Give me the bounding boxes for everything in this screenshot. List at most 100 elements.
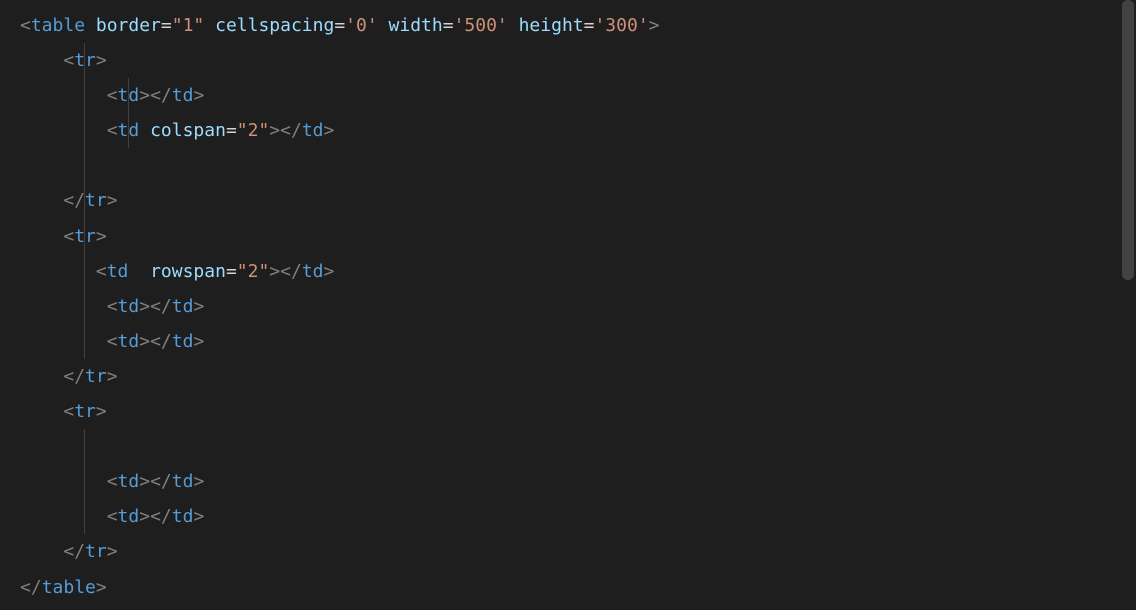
token-bracket: < bbox=[107, 506, 118, 527]
code-line[interactable]: <td></td> bbox=[20, 324, 1116, 359]
token-text bbox=[378, 15, 389, 36]
scrollbar-thumb[interactable] bbox=[1122, 0, 1134, 280]
token-tag: tr bbox=[74, 401, 96, 422]
indent-guide bbox=[84, 43, 85, 78]
token-text: = bbox=[334, 15, 345, 36]
token-tag: td bbox=[172, 85, 194, 106]
token-attr-value: "2" bbox=[237, 261, 270, 282]
token-tag: td bbox=[172, 331, 194, 352]
token-bracket: > bbox=[324, 120, 335, 141]
indent-guide bbox=[84, 148, 85, 183]
token-bracket: ></ bbox=[269, 261, 302, 282]
token-tag: td bbox=[302, 261, 324, 282]
indent-guide bbox=[84, 429, 85, 464]
token-bracket: > bbox=[193, 471, 204, 492]
token-bracket: < bbox=[63, 401, 74, 422]
token-bracket: ></ bbox=[139, 471, 172, 492]
token-text: = bbox=[161, 15, 172, 36]
token-text bbox=[204, 15, 215, 36]
token-attr-value: "2" bbox=[237, 120, 270, 141]
indent-guide bbox=[128, 113, 129, 148]
token-bracket: ></ bbox=[139, 506, 172, 527]
token-bracket: < bbox=[107, 296, 118, 317]
token-attr-value: "1" bbox=[172, 15, 205, 36]
code-line[interactable]: <td colspan="2"></td> bbox=[20, 113, 1116, 148]
token-text: = bbox=[584, 15, 595, 36]
indent-guide bbox=[84, 78, 85, 113]
vertical-scrollbar[interactable] bbox=[1122, 0, 1134, 610]
token-bracket: < bbox=[96, 261, 107, 282]
token-attr-name: cellspacing bbox=[215, 15, 334, 36]
code-line[interactable]: <td></td> bbox=[20, 499, 1116, 534]
token-text bbox=[85, 15, 96, 36]
code-line[interactable]: <td></td> bbox=[20, 78, 1116, 113]
code-line[interactable]: </tr> bbox=[20, 183, 1116, 218]
token-bracket: < bbox=[63, 226, 74, 247]
token-bracket: > bbox=[193, 296, 204, 317]
code-line[interactable] bbox=[20, 429, 1116, 464]
token-tag: tr bbox=[85, 541, 107, 562]
token-attr-value: '500' bbox=[454, 15, 508, 36]
code-line[interactable]: <table border="1" cellspacing='0' width=… bbox=[20, 8, 1116, 43]
code-line[interactable]: <td></td> bbox=[20, 464, 1116, 499]
code-editor[interactable]: <table border="1" cellspacing='0' width=… bbox=[20, 8, 1116, 605]
token-text: = bbox=[443, 15, 454, 36]
token-tag: tr bbox=[74, 226, 96, 247]
code-line[interactable] bbox=[20, 148, 1116, 183]
indent-guide bbox=[128, 78, 129, 113]
token-bracket: < bbox=[107, 331, 118, 352]
token-text bbox=[508, 15, 519, 36]
code-line[interactable]: <td rowspan="2"></td> bbox=[20, 254, 1116, 289]
token-bracket: </ bbox=[63, 366, 85, 387]
token-bracket: ></ bbox=[139, 331, 172, 352]
token-bracket: < bbox=[63, 50, 74, 71]
token-attr-name: border bbox=[96, 15, 161, 36]
token-bracket: > bbox=[324, 261, 335, 282]
token-tag: td bbox=[118, 471, 140, 492]
code-line[interactable]: <tr> bbox=[20, 394, 1116, 429]
code-line[interactable]: </tr> bbox=[20, 359, 1116, 394]
token-tag: tr bbox=[85, 366, 107, 387]
indent-guide bbox=[84, 219, 85, 254]
indent-guide bbox=[84, 324, 85, 359]
indent-guide bbox=[84, 254, 85, 289]
token-bracket: </ bbox=[20, 577, 42, 598]
token-bracket: ></ bbox=[269, 120, 302, 141]
token-tag: tr bbox=[85, 190, 107, 211]
token-bracket: < bbox=[107, 471, 118, 492]
token-bracket: ></ bbox=[139, 296, 172, 317]
token-bracket: ></ bbox=[139, 85, 172, 106]
token-bracket: </ bbox=[63, 190, 85, 211]
indent-guide bbox=[84, 113, 85, 148]
code-line[interactable]: </table> bbox=[20, 570, 1116, 605]
token-text: = bbox=[226, 261, 237, 282]
token-bracket: > bbox=[107, 366, 118, 387]
token-tag: td bbox=[172, 506, 194, 527]
token-bracket: < bbox=[107, 120, 118, 141]
token-bracket: > bbox=[193, 506, 204, 527]
token-bracket: < bbox=[20, 15, 31, 36]
token-bracket: > bbox=[193, 85, 204, 106]
code-line[interactable]: <td></td> bbox=[20, 289, 1116, 324]
token-attr-name: colspan bbox=[150, 120, 226, 141]
token-bracket: > bbox=[649, 15, 660, 36]
token-bracket: > bbox=[96, 401, 107, 422]
code-line[interactable]: <tr> bbox=[20, 43, 1116, 78]
token-tag: td bbox=[172, 471, 194, 492]
token-bracket: > bbox=[96, 577, 107, 598]
token-tag: td bbox=[118, 506, 140, 527]
token-attr-name: rowspan bbox=[150, 261, 226, 282]
token-bracket: > bbox=[193, 331, 204, 352]
token-bracket: > bbox=[96, 226, 107, 247]
token-tag: td bbox=[118, 331, 140, 352]
token-tag: table bbox=[42, 577, 96, 598]
token-bracket: > bbox=[96, 50, 107, 71]
token-attr-value: '300' bbox=[594, 15, 648, 36]
token-attr-name: height bbox=[519, 15, 584, 36]
code-line[interactable]: <tr> bbox=[20, 219, 1116, 254]
token-tag: td bbox=[172, 296, 194, 317]
token-tag: td bbox=[118, 296, 140, 317]
code-line[interactable]: </tr> bbox=[20, 534, 1116, 569]
token-attr-name: width bbox=[389, 15, 443, 36]
token-bracket: </ bbox=[63, 541, 85, 562]
